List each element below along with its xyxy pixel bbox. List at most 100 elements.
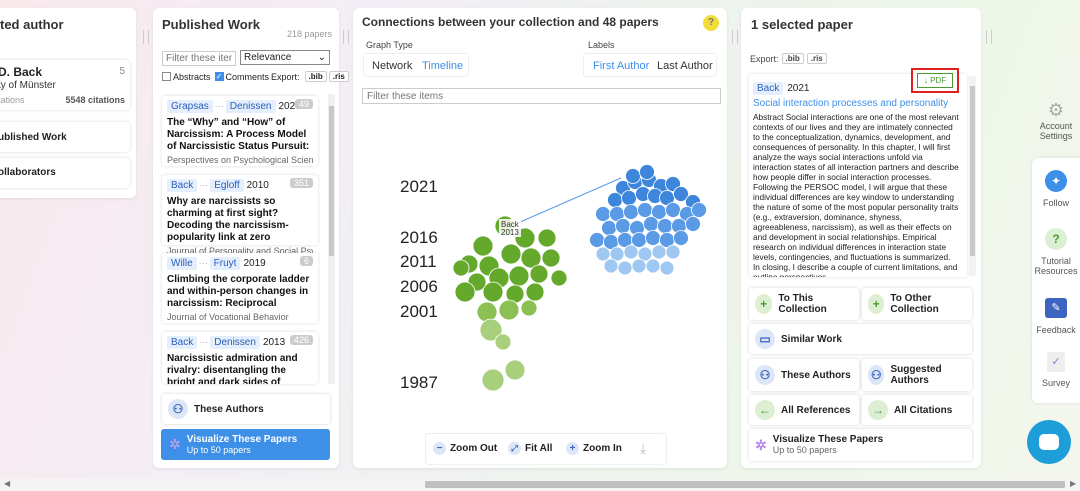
paper-node[interactable] (637, 202, 653, 218)
timeline-graph[interactable]: Back 2013 (353, 110, 727, 420)
paper-node[interactable] (659, 260, 675, 276)
paper-node[interactable] (541, 248, 561, 268)
paper-node[interactable] (537, 228, 557, 248)
paper-card[interactable]: Back ··· Denissen 2013 426 Narcissistic adm… (162, 332, 318, 384)
paper-node[interactable] (685, 216, 701, 232)
first-author-chip[interactable]: Wille (167, 257, 197, 270)
scrollbar-thumb[interactable] (970, 86, 975, 256)
paper-node[interactable] (657, 218, 673, 234)
paper-node[interactable] (651, 244, 667, 260)
tab-timeline[interactable]: Timeline (422, 60, 463, 72)
tab-network[interactable]: Network (372, 60, 412, 72)
visualize-papers-button[interactable]: ✲ Visualize These Papers Up to 50 papers (161, 429, 330, 460)
paper-node[interactable] (615, 218, 631, 234)
paper-card[interactable]: Back ··· Egloff 2010 351 Why are narcissist… (162, 175, 318, 256)
chat-button[interactable] (1027, 420, 1071, 464)
visualize-papers-button[interactable]: ✲ Visualize These Papers Up to 50 papers (749, 429, 972, 461)
abstracts-checkbox[interactable] (162, 72, 171, 81)
scrollbar-thumb[interactable] (329, 106, 334, 256)
paper-node[interactable] (607, 192, 623, 208)
download-icon[interactable]: ⤓ (640, 440, 646, 457)
nav-published-work[interactable]: ublished Work (0, 122, 130, 152)
paper-node[interactable] (500, 243, 522, 265)
export-bib-button[interactable]: .bib (781, 53, 804, 64)
author-card[interactable]: D. Back 5 ty of Münster tations 5548 cit… (0, 60, 130, 110)
all-citations-button[interactable]: → All Citations (862, 395, 972, 425)
paper-node[interactable] (631, 258, 647, 274)
fit-all-button[interactable]: ⤢ Fit All (508, 442, 552, 455)
paper-node[interactable] (525, 282, 545, 302)
paper-node[interactable] (454, 281, 476, 303)
paper-node[interactable] (508, 265, 530, 287)
last-author-chip[interactable]: Denissen (225, 100, 276, 113)
last-author-chip[interactable]: Egloff (210, 179, 244, 192)
scroll-right-icon[interactable]: ▶ (1070, 479, 1076, 488)
scrollbar-thumb[interactable] (425, 481, 1065, 488)
sort-select[interactable]: Relevance ⌄ (240, 50, 330, 65)
paper-node[interactable] (623, 204, 639, 220)
paper-node[interactable] (494, 333, 512, 351)
paper-node[interactable] (665, 244, 681, 260)
paper-card[interactable]: Wille ··· Fruyt 2019 6 Climbing the corpora… (162, 253, 318, 323)
paper-node[interactable] (550, 269, 568, 287)
paper-node[interactable] (504, 359, 526, 381)
horizontal-scrollbar[interactable]: ◀ ▶ (0, 479, 1080, 491)
first-author-chip[interactable]: Back (167, 179, 198, 192)
add-to-this-collection-button[interactable]: + To This Collection (749, 288, 859, 320)
these-authors-button[interactable]: ⚇ These Authors (749, 359, 859, 391)
resize-handle[interactable] (986, 30, 992, 44)
export-bib-button[interactable]: .bib (304, 71, 327, 82)
paper-node[interactable] (603, 258, 619, 274)
all-references-button[interactable]: ← All References (749, 395, 859, 425)
zoom-in-button[interactable]: + Zoom In (566, 442, 622, 455)
detail-scrollbar[interactable] (969, 76, 976, 276)
paper-title[interactable]: Social interaction processes and persona… (753, 98, 948, 109)
paper-node[interactable] (665, 202, 681, 218)
first-author-chip[interactable]: Back (167, 336, 198, 349)
survey-button[interactable]: ✓ Survey (1032, 352, 1080, 388)
resize-handle[interactable] (732, 30, 738, 44)
paper-node[interactable] (472, 235, 494, 257)
paper-node[interactable] (498, 299, 520, 321)
graph-filter-input[interactable] (362, 88, 721, 104)
paper-node[interactable] (589, 232, 605, 248)
last-author-chip[interactable]: Fruyt (209, 257, 241, 270)
paper-node[interactable] (482, 281, 504, 303)
paper-node[interactable] (617, 260, 633, 276)
paper-node[interactable] (601, 220, 617, 236)
paper-node[interactable] (691, 202, 707, 218)
paper-node[interactable] (643, 216, 659, 232)
paper-node[interactable] (623, 244, 639, 260)
similar-work-button[interactable]: ▭ Similar Work (749, 324, 972, 354)
paper-card[interactable]: Grapsas ··· Denissen 2020 49 The “Why” and … (162, 96, 318, 166)
first-author-chip[interactable]: Grapsas (167, 100, 213, 113)
add-to-other-collection-button[interactable]: + To Other Collection (862, 288, 972, 320)
paper-node[interactable] (452, 259, 470, 277)
paper-node[interactable] (481, 368, 505, 392)
published-scrollbar[interactable] (328, 94, 335, 384)
paper-node[interactable] (621, 190, 637, 206)
author-chip[interactable]: Back (753, 82, 784, 95)
follow-button[interactable]: ✦ Follow (1032, 170, 1080, 208)
paper-node[interactable] (595, 246, 611, 262)
scroll-left-icon[interactable]: ◀ (4, 479, 10, 488)
paper-node[interactable] (595, 206, 611, 222)
abstracts-checkbox-row[interactable]: Abstracts ✓ Comments Export: .bib .ris (162, 71, 349, 82)
tab-last-author[interactable]: Last Author (657, 60, 713, 72)
paper-node[interactable] (639, 164, 655, 180)
pdf-download-button[interactable]: ↓ PDF (917, 73, 953, 88)
suggested-authors-button[interactable]: ⚇ Suggested Authors (862, 359, 972, 391)
zoom-out-button[interactable]: − Zoom Out (433, 442, 497, 455)
paper-node[interactable] (645, 258, 661, 274)
paper-node[interactable] (645, 230, 661, 246)
feedback-button[interactable]: ✎ Feedback (1032, 298, 1080, 335)
paper-node[interactable] (476, 301, 498, 323)
published-filter-input[interactable] (162, 51, 236, 66)
paper-node[interactable] (529, 264, 549, 284)
tab-first-author[interactable]: First Author (593, 60, 649, 72)
nav-collaborators[interactable]: ollaborators (0, 158, 130, 188)
comments-checkbox[interactable]: ✓ (214, 72, 224, 81)
help-button[interactable]: ? (703, 15, 719, 31)
resize-handle[interactable] (343, 30, 349, 44)
paper-node[interactable] (673, 230, 689, 246)
